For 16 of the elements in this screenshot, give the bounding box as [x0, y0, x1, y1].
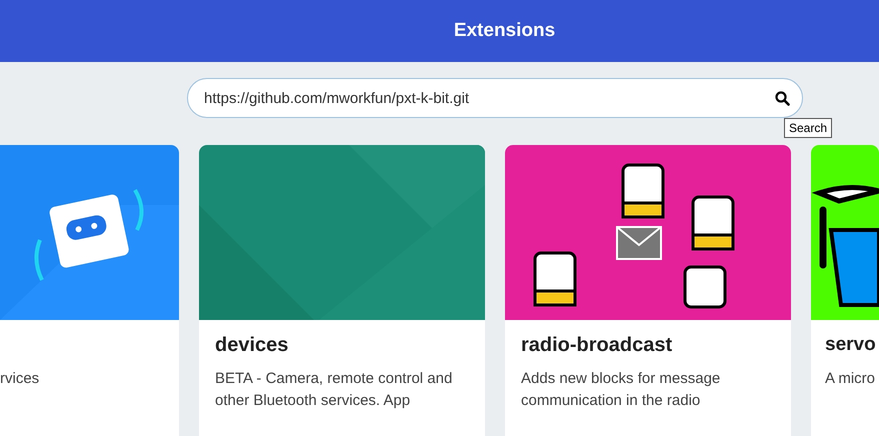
search-icon — [774, 90, 790, 106]
page-title: Extensions — [454, 20, 556, 42]
extension-card[interactable]: servo A micro — [811, 145, 879, 436]
card-title: radio-broadcast — [521, 334, 674, 358]
card-title: servo — [825, 334, 877, 357]
card-description: rvices — [0, 369, 40, 389]
search-field[interactable]: https://github.com/mworkfun/pxt-k-bit.git — [187, 78, 803, 118]
search-tooltip: Search — [784, 118, 832, 138]
card-title: devices — [215, 334, 290, 358]
card-description: Adds new blocks for message communication in the radio — [521, 369, 722, 411]
extension-card[interactable]: rvices — [0, 145, 179, 436]
card-description: A micro — [825, 369, 876, 389]
search-button[interactable] — [773, 89, 791, 107]
extension-card[interactable]: radio-broadcast Adds new blocks for message communication in the radio — [505, 145, 791, 436]
card-description: BETA - Camera, remote control and other Bluetooth services. App — [215, 369, 454, 411]
extension-card[interactable]: devices BETA - Camera, remote control and other Bluetooth services. App — [199, 145, 485, 436]
